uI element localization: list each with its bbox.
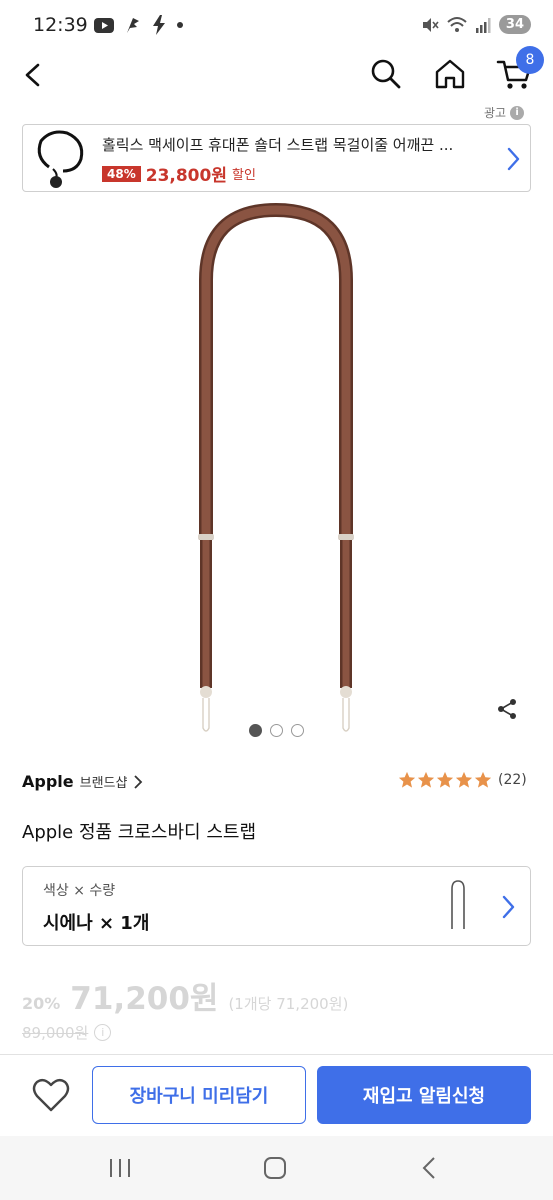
ad-label-text: 광고 [484, 106, 507, 120]
star-icon [474, 771, 492, 788]
ad-label[interactable]: 광고 i [484, 104, 525, 121]
battery-indicator: 34 [498, 15, 531, 34]
dot-icon [177, 22, 183, 28]
product-image[interactable] [0, 200, 553, 745]
ad-price: 23,800원 [145, 166, 227, 186]
home-icon[interactable] [432, 56, 468, 92]
app-header: 8 [0, 46, 553, 98]
mute-icon [422, 17, 439, 32]
strap-thumbnail-icon [451, 880, 465, 929]
heart-icon[interactable] [32, 1077, 70, 1113]
brand-shop-link: 브랜드샵 [79, 776, 128, 791]
star-icon [417, 771, 435, 788]
brand-name: Apple [22, 772, 74, 791]
chevron-right-icon [507, 147, 520, 171]
option-value: 시에나 × 1개 [43, 913, 150, 934]
status-left-icons [94, 15, 184, 35]
page-dot-2[interactable] [270, 724, 283, 737]
bird-icon [127, 18, 139, 33]
nav-home-icon[interactable] [263, 1156, 287, 1180]
back-arrow-icon[interactable] [16, 58, 50, 92]
system-nav-bar [0, 1136, 553, 1200]
recent-apps-icon[interactable] [108, 1158, 132, 1178]
star-icon [398, 771, 416, 788]
option-label: 색상 × 수량 [43, 883, 116, 899]
original-price: 89,000원 [22, 1024, 89, 1042]
star-icon [436, 771, 454, 788]
bolt-icon [153, 15, 165, 35]
nav-back-icon[interactable] [420, 1156, 438, 1180]
rating[interactable]: (22) [398, 771, 527, 789]
review-count: (22) [498, 772, 527, 788]
status-time: 12:39 [33, 14, 88, 36]
page-dot-3[interactable] [291, 724, 304, 737]
page-dot-1[interactable] [249, 724, 262, 737]
option-selector[interactable]: 색상 × 수량 시에나 × 1개 [22, 866, 531, 946]
share-icon[interactable] [496, 698, 518, 720]
image-pagination [249, 724, 304, 737]
star-rating [398, 771, 492, 789]
cart-count-badge: 8 [516, 46, 544, 74]
wifi-icon [447, 16, 467, 32]
product-title: Apple 정품 크로스바디 스트랩 [22, 822, 257, 843]
brand-row[interactable]: Apple 브랜드샵 [22, 772, 143, 791]
youtube-icon [94, 17, 114, 33]
price-amount: 71,200원 [70, 981, 219, 1017]
status-right-icons: 34 [421, 15, 531, 34]
signal-icon [475, 17, 491, 33]
price-row: 20% 71,200원 (1개당 71,200원) [22, 973, 348, 1018]
info-icon[interactable]: i [94, 1024, 112, 1041]
ad-banner[interactable]: 홀릭스 맥세이프 휴대폰 숄더 스트랩 목걸이줄 어깨끈 ... 48% 23,… [22, 124, 531, 192]
strap-thumbnail-icon [37, 130, 84, 188]
ad-discount-badge: 48% [102, 165, 141, 182]
search-icon[interactable] [368, 56, 404, 92]
ad-title: 홀릭스 맥세이프 휴대폰 숄더 스트랩 목걸이줄 어깨끈 ... [102, 136, 454, 154]
chevron-right-icon [502, 895, 515, 919]
original-price-row: 89,000원 i [22, 1022, 112, 1043]
ad-sale-label: 할인 [231, 168, 256, 183]
chevron-right-icon [134, 774, 143, 789]
ad-price-row: 48% 23,800원 할인 [102, 161, 256, 186]
restock-alert-button[interactable]: 재입고 알림신청 [317, 1066, 531, 1124]
status-bar: 12:39 34 [0, 0, 553, 52]
bottom-action-bar: 장바구니 미리담기 재입고 알림신청 [0, 1054, 553, 1136]
star-icon [455, 771, 473, 788]
info-icon: i [510, 105, 525, 120]
price-discount: 20% [22, 994, 61, 1013]
add-to-cart-button[interactable]: 장바구니 미리담기 [92, 1066, 306, 1124]
unit-price: (1개당 71,200원) [228, 995, 349, 1013]
